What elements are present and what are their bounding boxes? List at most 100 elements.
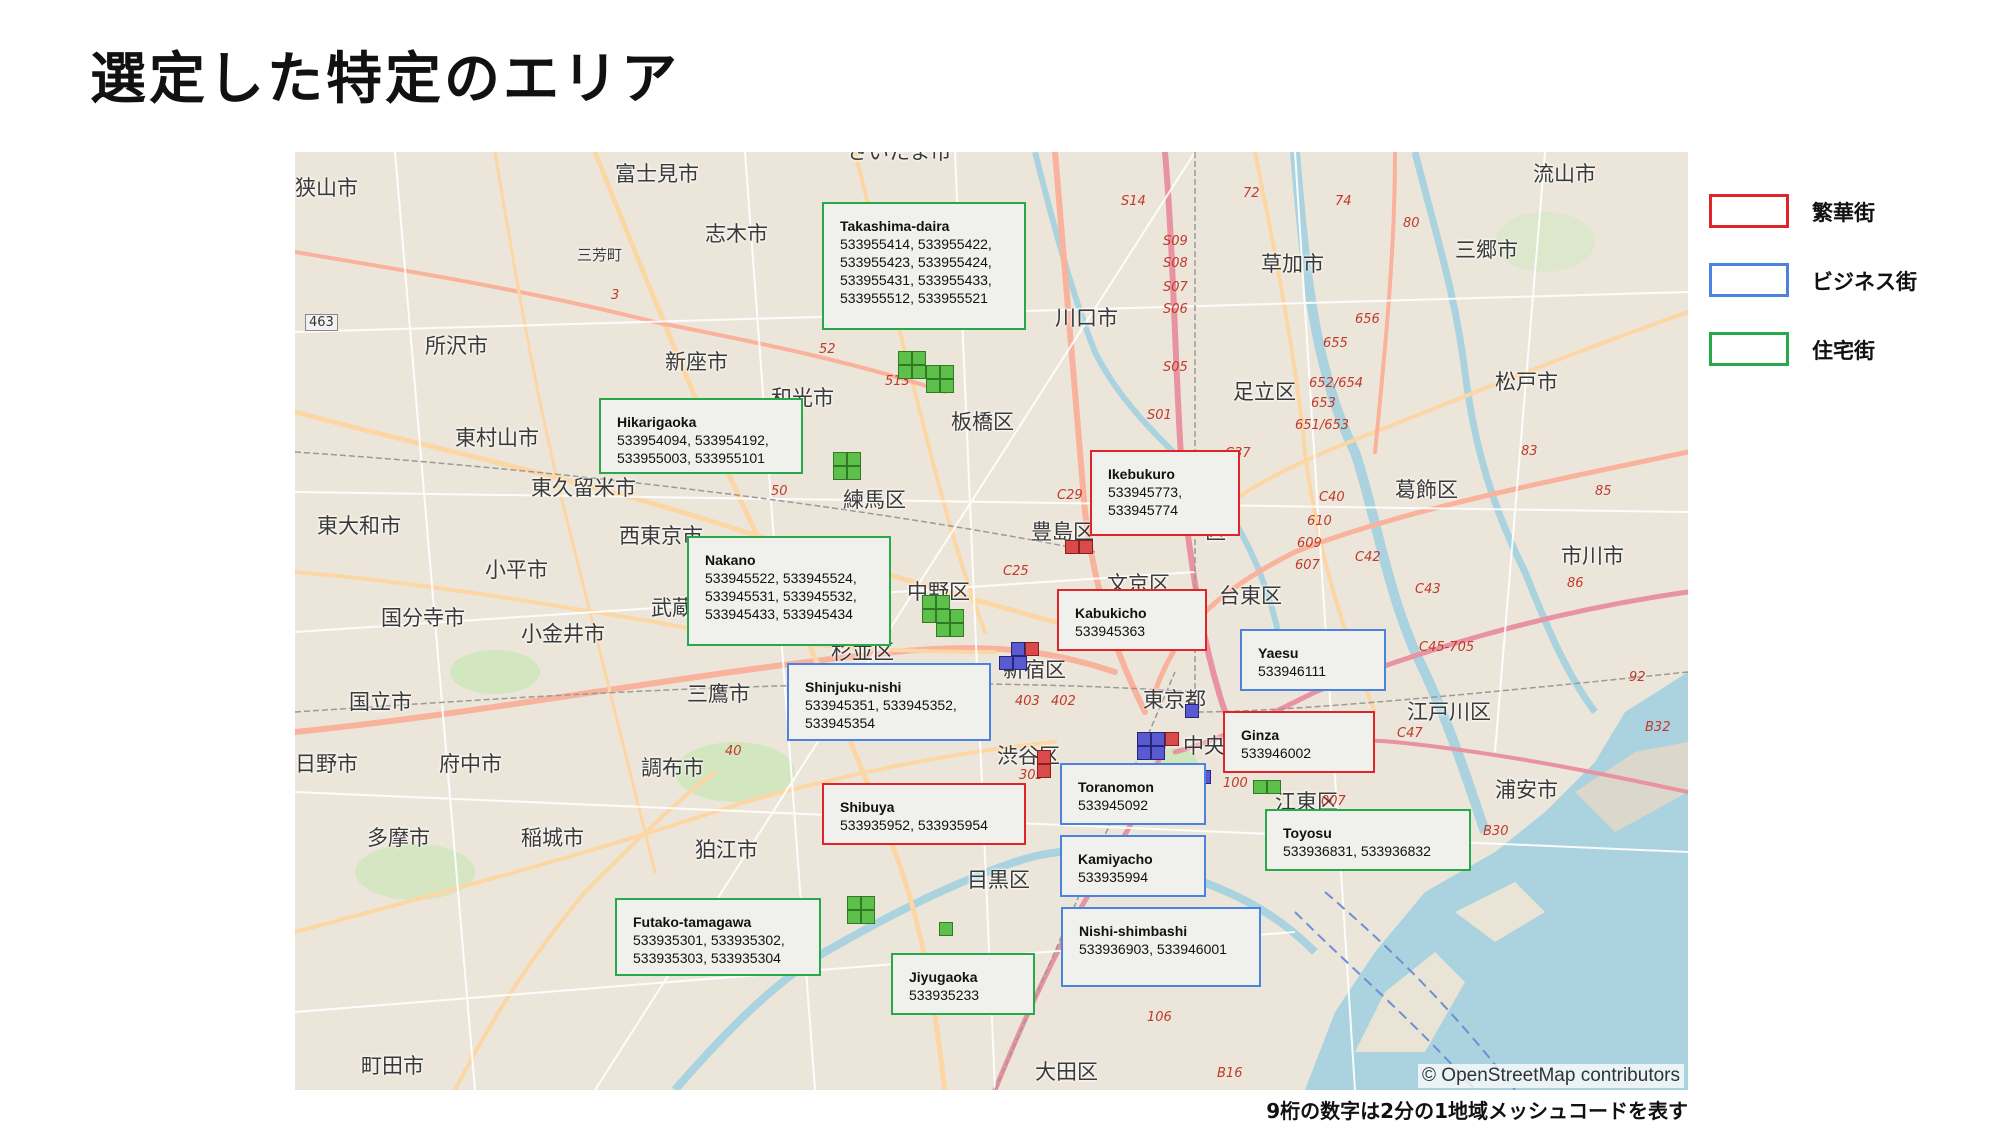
place-label-taito: 台東区 xyxy=(1219,584,1282,608)
mesh-cell-jutaku xyxy=(898,365,912,379)
route-number-label: 92 xyxy=(1629,670,1646,685)
mesh-cell-jutaku xyxy=(1253,780,1267,794)
mesh-cell-jutaku xyxy=(861,910,875,924)
route-number-label: 3 xyxy=(611,288,620,303)
place-label-chuo: 中央 xyxy=(1183,734,1225,758)
route-number-label: S14 xyxy=(1121,194,1146,209)
mesh-cell-business xyxy=(1151,732,1165,746)
mesh-code-line: 533946002 xyxy=(1241,745,1312,761)
area-card-jiyugaoka: Jiyugaoka 533935233 xyxy=(891,953,1035,1015)
mesh-cell-jutaku xyxy=(833,452,847,466)
mesh-code-line: 533935952, 533935954 xyxy=(840,817,988,833)
area-name: Shibuya xyxy=(840,799,895,815)
route-number-label: 610 xyxy=(1307,514,1332,529)
place-label-saitama: さいたま市 xyxy=(847,152,952,164)
mesh-code-line: 533945351, 533945352, xyxy=(805,697,957,713)
area-name: Toranomon xyxy=(1078,779,1154,795)
mesh-code-line: 533955423, 533955424, xyxy=(840,254,992,270)
route-number-label: 656 xyxy=(1355,312,1380,327)
route-number-label: 100 xyxy=(1223,776,1248,791)
place-label-tama: 多摩市 xyxy=(367,826,430,850)
place-label-katsushika: 葛飾区 xyxy=(1395,478,1458,502)
area-card-ginza: Ginza 533946002 xyxy=(1223,711,1375,773)
place-label-adachi: 足立区 xyxy=(1233,380,1296,404)
place-label-itabashi: 板橋区 xyxy=(951,410,1014,434)
route-number-label: 651/653 xyxy=(1295,418,1350,433)
route-number-label: C40 xyxy=(1319,490,1345,505)
mesh-code-line: 533945773, xyxy=(1108,484,1182,500)
area-name: Kamiyacho xyxy=(1078,851,1153,867)
place-label-tokorozawa: 所沢市 xyxy=(425,334,488,358)
mesh-cell-business xyxy=(1013,656,1027,670)
area-card-yaesu: Yaesu 533946111 xyxy=(1240,629,1386,691)
place-label-kawaguchi: 川口市 xyxy=(1055,306,1118,330)
map-viewport[interactable]: 狭山市富士見市さいたま市流山市志木市三芳町草加市三郷市川口市所沢市新座市和光市足… xyxy=(295,152,1688,1090)
route-number-label: 40 xyxy=(725,744,742,759)
route-number-label: C43 xyxy=(1415,582,1441,597)
area-name: Ginza xyxy=(1241,727,1280,743)
legend-label-jutaku: 住宅街 xyxy=(1812,339,1875,363)
area-name: Nakano xyxy=(705,552,756,568)
mesh-code-line: 533945092 xyxy=(1078,797,1149,813)
area-card-shibuya: Shibuya 533935952, 533935954 xyxy=(822,783,1026,845)
map-attribution[interactable]: © OpenStreetMap contributors xyxy=(1418,1064,1684,1088)
mesh-cell-business xyxy=(1011,642,1025,656)
mesh-cell-jutaku xyxy=(1267,780,1281,794)
place-label-hino: 日野市 xyxy=(295,752,358,776)
place-label-kokubunji: 国分寺市 xyxy=(381,606,465,630)
mesh-cell-jutaku xyxy=(847,896,861,910)
mesh-cell-hankagai xyxy=(1165,732,1179,746)
mesh-cell-jutaku xyxy=(847,910,861,924)
mesh-code-line: 533955414, 533955422, xyxy=(840,236,992,252)
mesh-cell-business xyxy=(1137,746,1151,760)
area-name: Futako-tamagawa xyxy=(633,914,752,930)
place-label-koganei: 小金井市 xyxy=(521,622,605,646)
mesh-cell-jutaku xyxy=(926,365,940,379)
place-label-miyoshi: 三芳町 xyxy=(577,246,623,264)
area-card-takashimadaira: Takashima-daira 533955414, 533955422, 5339… xyxy=(822,202,1026,330)
place-label-fujimino: 富士見市 xyxy=(615,162,699,186)
area-name: Jiyugaoka xyxy=(909,969,978,985)
mesh-cell-jutaku xyxy=(861,896,875,910)
mesh-cell-jutaku xyxy=(833,466,847,480)
area-name: Nishi-shimbashi xyxy=(1079,923,1188,939)
area-card-ikebukuro: Ikebukuro 533945773, 533945774 xyxy=(1090,450,1240,536)
route-number-label: 83 xyxy=(1521,444,1538,459)
route-number-label: C47 xyxy=(1397,726,1423,741)
route-number-label: 652/654 xyxy=(1309,376,1364,391)
mesh-cell-jutaku xyxy=(922,609,936,623)
place-label-machida: 町田市 xyxy=(361,1054,424,1078)
mesh-code-line: 533935303, 533935304 xyxy=(633,950,781,966)
place-label-meguro: 目黒区 xyxy=(967,868,1030,892)
place-label-nagareyama: 流山市 xyxy=(1533,162,1596,186)
mesh-code-line: 533945354 xyxy=(805,715,876,731)
mesh-code-line: 533945531, 533945532, xyxy=(705,588,857,604)
place-label-niiza: 新座市 xyxy=(665,350,728,374)
route-number-label: C29 xyxy=(1057,488,1083,503)
area-card-shinjukunishi: Shinjuku-nishi 533945351, 533945352, 53394… xyxy=(787,663,991,741)
place-label-misato: 三郷市 xyxy=(1455,238,1518,262)
area-name: Ikebukuro xyxy=(1108,466,1175,482)
mesh-code-line: 533954094, 533954192, xyxy=(617,432,769,448)
place-label-inagi: 稲城市 xyxy=(521,826,584,850)
mesh-code-line: 533945363 xyxy=(1075,623,1146,639)
route-number-label: 609 xyxy=(1297,536,1322,551)
route-number-label: 74 xyxy=(1335,194,1352,209)
area-name: Yaesu xyxy=(1258,645,1299,661)
route-number-label: C25 xyxy=(1003,564,1029,579)
page-title: 選定した特定のエリア xyxy=(90,47,680,112)
mesh-cell-jutaku xyxy=(926,379,940,393)
place-label-mitaka: 三鷹市 xyxy=(687,682,750,706)
mesh-cell-hankagai xyxy=(1065,540,1079,554)
route-number-label: 72 xyxy=(1243,186,1260,201)
place-label-ota: 大田区 xyxy=(1035,1060,1098,1084)
place-label-soka: 草加市 xyxy=(1261,252,1324,276)
mesh-code-line: 533935994 xyxy=(1078,869,1149,885)
legend-swatch-hankagai xyxy=(1709,194,1789,228)
legend-swatch-jutaku xyxy=(1709,332,1789,366)
route-number-label: 403 xyxy=(1015,694,1040,709)
area-name: Toyosu xyxy=(1283,825,1332,841)
mesh-cell-jutaku xyxy=(936,595,950,609)
legend-label-business: ビジネス街 xyxy=(1812,270,1917,294)
mesh-cell-jutaku xyxy=(912,365,926,379)
